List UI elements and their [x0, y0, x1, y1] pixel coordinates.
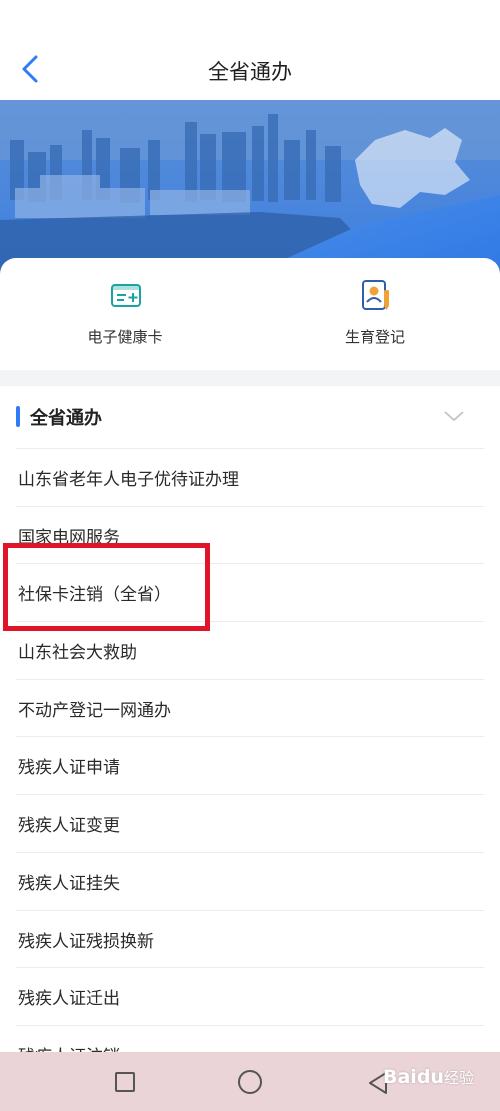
watermark-brand: Baidu	[383, 1066, 444, 1088]
page-title: 全省通办	[208, 60, 292, 84]
service-item-label: 残疾人证迁出	[18, 989, 120, 1010]
service-item-label: 山东省老年人电子优待证办理	[18, 470, 239, 490]
service-item[interactable]: 残疾人证申请	[16, 736, 484, 794]
banner-image	[0, 100, 500, 275]
service-item-label: 残疾人证残损换新	[18, 931, 154, 952]
section-accent-bar	[16, 406, 20, 427]
service-item[interactable]: 残疾人证变更	[16, 794, 484, 852]
service-item[interactable]: 山东省老年人电子优待证办理	[16, 448, 484, 506]
recent-apps-icon[interactable]	[115, 1072, 135, 1092]
service-item[interactable]: 残疾人证迁出	[16, 967, 484, 1025]
health-card-icon	[111, 284, 141, 307]
service-item[interactable]: 残疾人证挂失	[16, 851, 484, 910]
service-item-label: 残疾人证挂失	[18, 873, 120, 894]
service-item-label: 不动产登记一网通办	[18, 700, 171, 721]
home-icon[interactable]	[238, 1070, 262, 1094]
shortcut-birth-registration[interactable]: 生育登记	[250, 258, 500, 370]
top-bar: 全省通办	[0, 0, 500, 100]
shortcut-label: 电子健康卡	[87, 328, 163, 346]
section-header[interactable]: 全省通办	[0, 386, 500, 448]
chevron-down-icon[interactable]	[443, 408, 465, 424]
watermark-logo: Baidu经验	[383, 1066, 474, 1088]
shortcut-health-card[interactable]: 电子健康卡	[0, 258, 250, 370]
birth-registration-icon	[362, 280, 389, 310]
system-nav-bar: Baidu经验	[0, 1052, 500, 1111]
service-item-label: 残疾人证申请	[18, 758, 120, 779]
shortcut-label: 生育登记	[344, 328, 405, 346]
service-item[interactable]: 不动产登记一网通办	[16, 678, 484, 737]
service-item-label: 残疾人证变更	[18, 816, 120, 837]
section-title: 全省通办	[30, 408, 102, 429]
shortcut-card: 电子健康卡 生育登记	[0, 258, 500, 370]
highlight-box	[3, 543, 210, 631]
watermark-sub: 经验	[443, 1069, 474, 1087]
service-item[interactable]: 残疾人证残损换新	[16, 909, 484, 968]
service-item-label: 山东社会大救助	[18, 643, 137, 664]
section-divider	[0, 370, 500, 386]
